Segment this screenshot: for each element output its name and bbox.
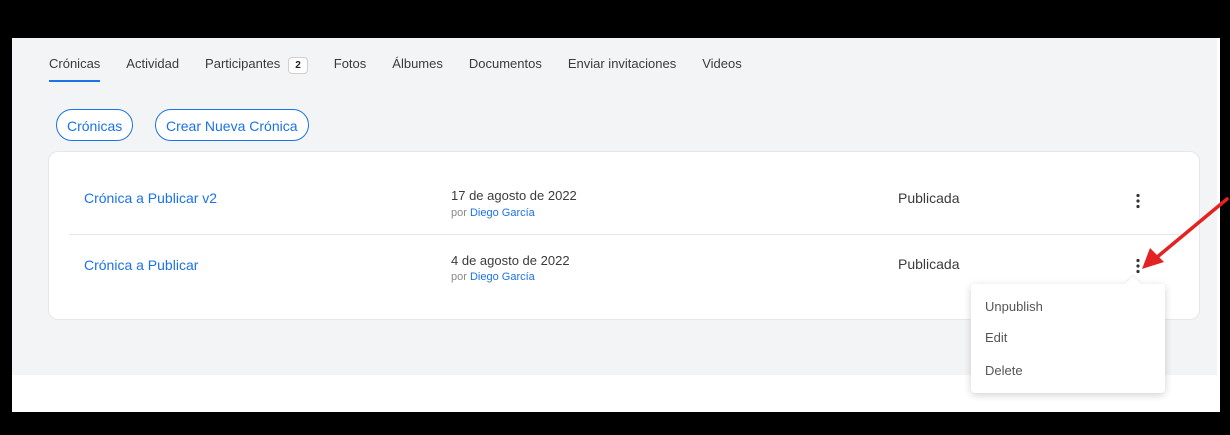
byline-prefix: por bbox=[451, 271, 467, 283]
tab-participantes[interactable]: Participantes 2 bbox=[205, 55, 308, 77]
author-link[interactable]: Diego García bbox=[470, 207, 535, 219]
tab-videos[interactable]: Videos bbox=[702, 55, 742, 77]
item-title-link[interactable]: Crónica a Publicar v2 bbox=[84, 190, 217, 206]
participants-count-badge: 2 bbox=[288, 57, 308, 74]
item-byline: por Diego García bbox=[451, 271, 535, 283]
item-status: Publicada bbox=[898, 256, 960, 272]
list-item: Crónica a Publicar v2 17 de agosto de 20… bbox=[69, 164, 1179, 235]
author-link[interactable]: Diego García bbox=[470, 271, 535, 283]
item-title-link[interactable]: Crónica a Publicar bbox=[84, 257, 198, 273]
item-status: Publicada bbox=[898, 190, 960, 206]
tab-documentos[interactable]: Documentos bbox=[469, 55, 542, 77]
tab-enviar-invitaciones[interactable]: Enviar invitaciones bbox=[568, 55, 676, 77]
tab-fotos[interactable]: Fotos bbox=[334, 55, 367, 77]
tab-bar: Crónicas Actividad Participantes 2 Fotos … bbox=[49, 55, 768, 82]
item-date: 17 de agosto de 2022 bbox=[451, 188, 577, 203]
menu-item-unpublish[interactable]: Unpublish bbox=[985, 299, 1043, 314]
menu-item-delete[interactable]: Delete bbox=[985, 363, 1023, 378]
cronicas-list-button[interactable]: Crónicas bbox=[56, 109, 134, 141]
menu-item-edit[interactable]: Edit bbox=[985, 330, 1007, 345]
app-frame: Crónicas Actividad Participantes 2 Fotos … bbox=[12, 38, 1220, 412]
tab-cronicas[interactable]: Crónicas bbox=[49, 55, 101, 82]
annotation-arrow-icon bbox=[1142, 197, 1229, 269]
tab-actividad[interactable]: Actividad bbox=[126, 55, 179, 77]
content-panel: Crónicas Actividad Participantes 2 Fotos … bbox=[12, 38, 1217, 393]
item-actions-menu: Unpublish Edit Delete bbox=[971, 284, 1165, 393]
tab-albumes[interactable]: Álbumes bbox=[392, 55, 443, 77]
item-byline: por Diego García bbox=[451, 207, 535, 219]
create-cronica-button[interactable]: Crear Nueva Crónica bbox=[155, 109, 309, 141]
item-date: 4 de agosto de 2022 bbox=[451, 253, 570, 268]
byline-prefix: por bbox=[451, 207, 467, 219]
